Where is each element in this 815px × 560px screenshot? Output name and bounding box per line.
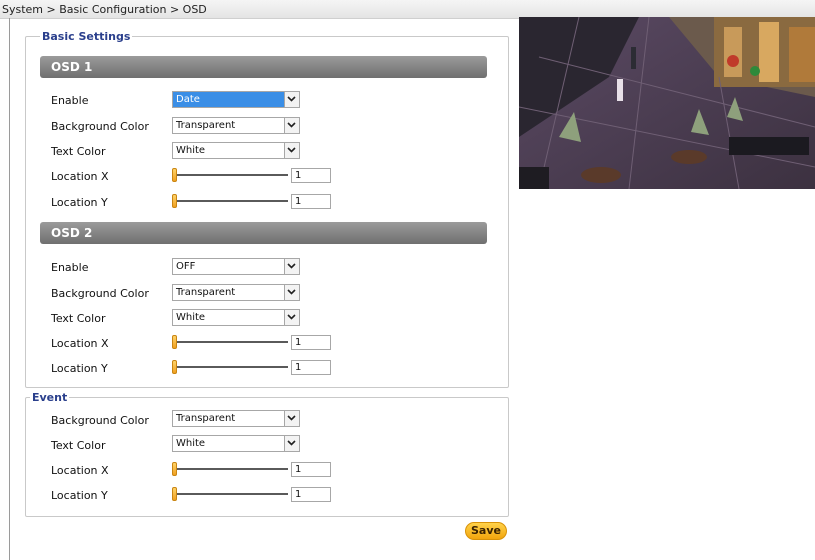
osd2-locy-slider[interactable] (172, 359, 288, 375)
osd1-enable-select[interactable]: Date (172, 91, 300, 108)
osd1-bgcolor-select[interactable]: Transparent (172, 117, 300, 134)
slider-handle[interactable] (172, 462, 177, 476)
event-locx-value: 1 (295, 464, 302, 475)
osd1-locx-label: Location X (51, 170, 109, 183)
basic-settings-legend: Basic Settings (42, 30, 131, 43)
event-bgcolor-select[interactable]: Transparent (172, 410, 300, 427)
osd1-header: OSD 1 (40, 56, 487, 78)
osd2-locx-label: Location X (51, 337, 109, 350)
event-textcolor-select[interactable]: White (172, 435, 300, 452)
osd2-locx-input[interactable]: 1 (291, 335, 331, 350)
osd2-bgcolor-label: Background Color (51, 287, 149, 300)
osd2-bgcolor-value: Transparent (176, 287, 236, 298)
event-locx-slider[interactable] (172, 461, 288, 477)
event-bgcolor-value: Transparent (176, 413, 236, 424)
event-textcolor-label: Text Color (51, 439, 106, 452)
osd2-locx-slider[interactable] (172, 334, 288, 350)
event-locy-input[interactable]: 1 (291, 487, 331, 502)
slider-handle[interactable] (172, 487, 177, 501)
event-locy-value: 1 (295, 489, 302, 500)
save-button[interactable]: Save (465, 522, 507, 540)
osd2-locy-value: 1 (295, 362, 302, 373)
chevron-down-icon[interactable] (284, 310, 299, 325)
osd2-header: OSD 2 (40, 222, 487, 244)
osd2-bgcolor-select[interactable]: Transparent (172, 284, 300, 301)
event-locx-input[interactable]: 1 (291, 462, 331, 477)
event-legend: Event (32, 391, 68, 404)
camera-preview (519, 17, 815, 189)
osd1-enable-value: Date (176, 94, 200, 105)
slider-handle[interactable] (172, 335, 177, 349)
osd2-locy-input[interactable]: 1 (291, 360, 331, 375)
osd2-title: OSD 2 (51, 226, 93, 240)
slider-handle[interactable] (172, 194, 177, 208)
breadcrumb: System > Basic Configuration > OSD (2, 3, 207, 16)
osd1-locx-value: 1 (295, 170, 302, 181)
event-locy-label: Location Y (51, 489, 108, 502)
chevron-down-icon[interactable] (284, 92, 299, 107)
osd1-locy-value: 1 (295, 196, 302, 207)
osd2-enable-value: OFF (176, 261, 196, 272)
event-textcolor-value: White (176, 438, 206, 449)
osd1-textcolor-label: Text Color (51, 145, 106, 158)
osd1-locx-input[interactable]: 1 (291, 168, 331, 183)
osd1-locy-label: Location Y (51, 196, 108, 209)
osd1-title: OSD 1 (51, 60, 93, 74)
chevron-down-icon[interactable] (284, 436, 299, 451)
osd2-enable-label: Enable (51, 261, 89, 274)
osd1-locy-input[interactable]: 1 (291, 194, 331, 209)
slider-handle[interactable] (172, 360, 177, 374)
osd1-enable-label: Enable (51, 94, 89, 107)
osd1-textcolor-select[interactable]: White (172, 142, 300, 159)
osd1-bgcolor-label: Background Color (51, 120, 149, 133)
osd2-textcolor-value: White (176, 312, 206, 323)
event-locy-slider[interactable] (172, 486, 288, 502)
chevron-down-icon[interactable] (284, 259, 299, 274)
osd2-textcolor-label: Text Color (51, 312, 106, 325)
osd2-locx-value: 1 (295, 337, 302, 348)
osd1-locy-slider[interactable] (172, 193, 288, 209)
event-bgcolor-label: Background Color (51, 414, 149, 427)
osd1-bgcolor-value: Transparent (176, 120, 236, 131)
chevron-down-icon[interactable] (284, 143, 299, 158)
osd1-textcolor-value: White (176, 145, 206, 156)
chevron-down-icon[interactable] (284, 285, 299, 300)
osd2-enable-select[interactable]: OFF (172, 258, 300, 275)
chevron-down-icon[interactable] (284, 118, 299, 133)
osd2-textcolor-select[interactable]: White (172, 309, 300, 326)
event-locx-label: Location X (51, 464, 109, 477)
chevron-down-icon[interactable] (284, 411, 299, 426)
osd1-locx-slider[interactable] (172, 167, 288, 183)
divider (9, 18, 10, 560)
osd2-locy-label: Location Y (51, 362, 108, 375)
slider-handle[interactable] (172, 168, 177, 182)
